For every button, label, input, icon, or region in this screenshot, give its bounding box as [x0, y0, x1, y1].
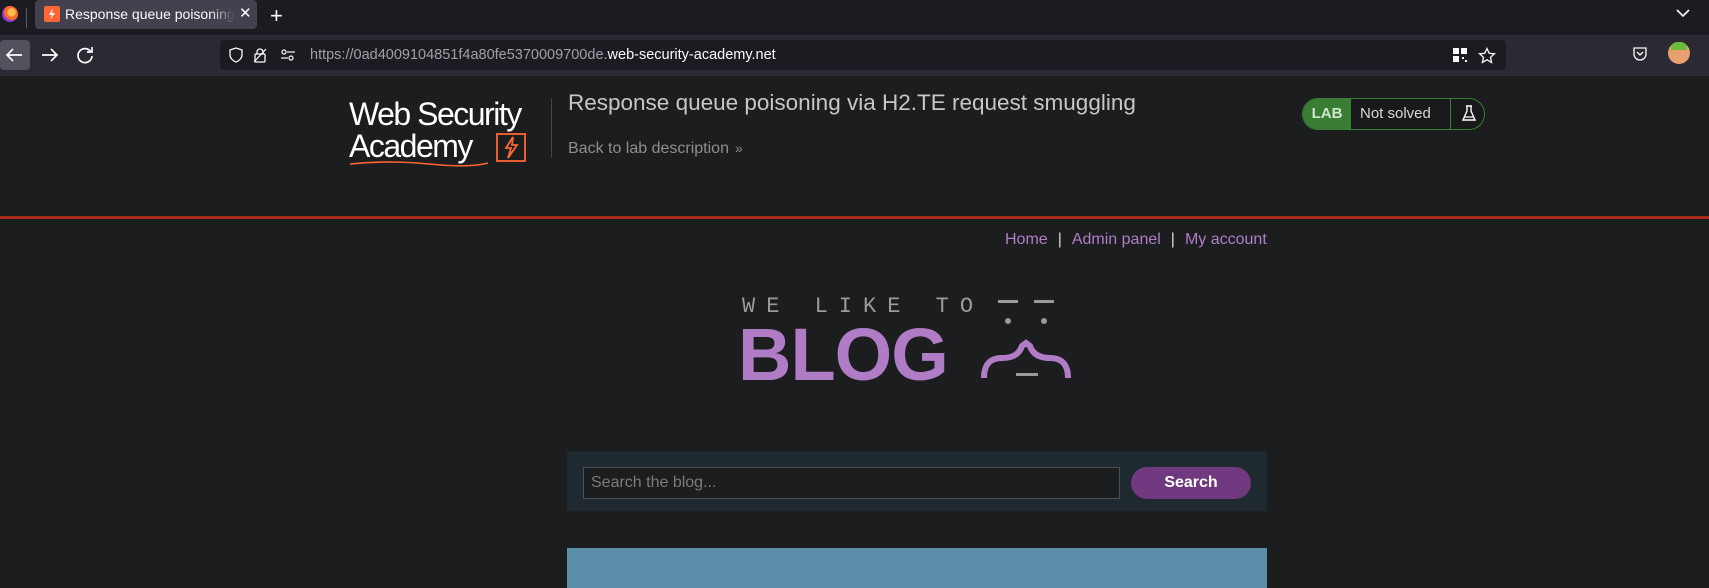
lock-icon[interactable]	[252, 47, 268, 63]
url-prefix: https://0ad4009104851f4a80fe5370009700de…	[310, 47, 608, 63]
double-chevron-right-icon: »	[734, 140, 743, 156]
url-domain: web-security-academy.net	[607, 47, 776, 63]
reload-icon[interactable]	[70, 40, 100, 70]
search-input[interactable]	[583, 467, 1120, 499]
blog-wordmark: BLOG	[738, 313, 949, 396]
qr-code-icon[interactable]	[1451, 47, 1469, 65]
browser-tab-bar: Response queue poisoning via H2.TE reque…	[0, 0, 1709, 35]
back-to-lab-description-link[interactable]: Back to lab description »	[568, 140, 743, 158]
lab-title: Response queue poisoning via H2.TE reque…	[568, 90, 1136, 115]
forward-arrow-icon[interactable]	[34, 40, 64, 70]
url-bar[interactable]: https://0ad4009104851f4a80fe5370009700de…	[220, 40, 1506, 70]
tab-separator	[26, 8, 27, 28]
search-panel: Search	[567, 451, 1267, 511]
lab-status-widget: LAB Not solved	[1302, 98, 1485, 130]
lightning-favicon-icon	[44, 6, 60, 22]
tab-list-chevron-icon[interactable]	[1676, 5, 1690, 21]
header-divider	[551, 98, 552, 158]
lab-badge: LAB	[1303, 99, 1351, 129]
firefox-menu-icon[interactable]	[2, 6, 18, 22]
tab-title: Response queue poisoning via H2.TE reque…	[65, 6, 235, 22]
url-text[interactable]: https://0ad4009104851f4a80fe5370009700de…	[310, 47, 776, 63]
nav-my-account-link[interactable]: My account	[1185, 231, 1267, 248]
browser-nav-bar: https://0ad4009104851f4a80fe5370009700de…	[0, 35, 1709, 76]
shield-icon[interactable]	[228, 47, 244, 63]
nav-admin-panel-link[interactable]: Admin panel	[1072, 231, 1161, 248]
nav-home-link[interactable]: Home	[1005, 231, 1048, 248]
lab-status-text: Not solved	[1360, 105, 1431, 122]
search-button[interactable]: Search	[1131, 467, 1251, 499]
logo-underline	[349, 161, 489, 167]
browser-tab-active[interactable]: Response queue poisoning via H2.TE reque…	[35, 0, 257, 29]
lab-header: Web Security Academy Response queue pois…	[0, 76, 1709, 219]
top-navigation: Home | Admin panel | My account	[1005, 231, 1267, 249]
web-security-academy-logo[interactable]: Web Security Academy	[349, 96, 549, 167]
nav-separator: |	[1057, 231, 1062, 248]
permissions-icon[interactable]	[280, 47, 296, 63]
blog-post-image[interactable]	[567, 548, 1267, 588]
nav-separator: |	[1170, 231, 1175, 248]
new-tab-icon[interactable]: +	[270, 3, 283, 29]
pocket-icon[interactable]	[1632, 46, 1648, 66]
close-tab-icon[interactable]: ✕	[239, 4, 252, 22]
back-arrow-icon[interactable]	[0, 40, 30, 70]
lightning-logo-icon	[496, 133, 526, 162]
back-link-label: Back to lab description	[568, 140, 729, 157]
blog-logo: WE LIKE TO BLOG	[738, 288, 1098, 396]
bookmark-star-icon[interactable]	[1478, 46, 1496, 65]
curly-brace-face-icon	[981, 300, 1071, 379]
page-content: Web Security Academy Response queue pois…	[0, 76, 1709, 588]
flask-icon	[1450, 99, 1484, 129]
burp-extension-icon[interactable]	[1668, 42, 1690, 64]
